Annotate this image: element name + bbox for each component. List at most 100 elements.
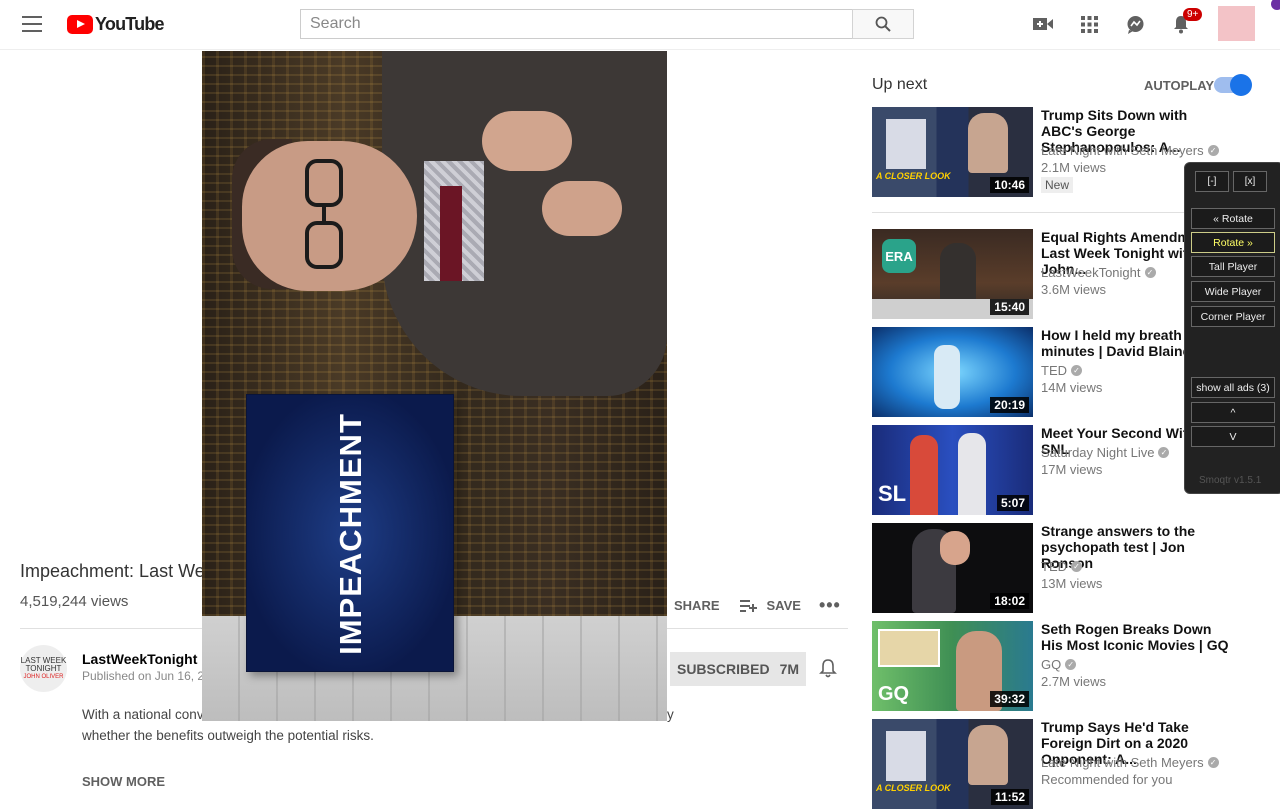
video-channel: TED ✓ [1041, 559, 1082, 574]
channel-label: LastWeekTonight [1041, 265, 1141, 280]
save-button[interactable]: SAVE [739, 598, 801, 613]
close-button[interactable]: [x] [1233, 171, 1267, 192]
show-ads-button[interactable]: show all ads (3) [1191, 377, 1275, 398]
avatar-line-2: TONIGHT [25, 663, 62, 673]
subscribe-button[interactable]: SUBSCRIBED 7M [670, 652, 806, 686]
up-next-video[interactable]: A CLOSER LOOK 11:52 Trump Says He'd Take… [872, 719, 1272, 811]
extension-indicator [1271, 0, 1280, 10]
video-player[interactable]: IMPEACHMENT [202, 51, 667, 721]
new-badge: New [1041, 177, 1074, 193]
subscribe-label: SUBSCRIBED [676, 661, 770, 677]
tool-version: Smoqtr v1.5.1 [1199, 475, 1262, 486]
thumb-inset [886, 731, 926, 781]
thumb-figure [934, 345, 960, 409]
thumb-caption: A CLOSER LOOK [876, 783, 951, 793]
host-tie [440, 186, 462, 281]
graphic-card-text: IMPEACHMENT [333, 413, 368, 655]
channel-avatar[interactable]: LAST WEEK TONIGHT JOHN OLIVER [20, 645, 67, 692]
publish-date: Published on Jun 16, 2019 [82, 669, 202, 683]
avatar-line-3: JOHN OLIVER [23, 673, 64, 680]
subscriber-count: 7M [779, 661, 800, 677]
thumb-caption: SL [878, 481, 907, 506]
description-line-1-end: y [667, 707, 674, 722]
thumb-caption: ERA [882, 239, 916, 273]
video-title[interactable]: Seth Rogen Breaks Down His Most Iconic M… [1041, 621, 1231, 653]
minimize-button[interactable]: [-] [1195, 171, 1229, 192]
show-more-button[interactable]: SHOW MORE [82, 774, 165, 789]
verified-icon: ✓ [1071, 561, 1082, 572]
channel-label: TED [1041, 363, 1067, 378]
graphic-card: IMPEACHMENT [246, 394, 454, 672]
thumb-caption: GQ [878, 683, 910, 705]
video-thumbnail[interactable]: A CLOSER LOOK 10:46 [872, 107, 1033, 197]
video-title: Impeachment: Last Week Tonight with John… [20, 561, 202, 581]
host-head [242, 141, 417, 291]
view-count: 4,519,244 views [20, 593, 129, 610]
apps-icon[interactable] [1080, 15, 1098, 33]
move-up-button[interactable]: ^ [1191, 402, 1275, 423]
video-views: 14M views [1041, 380, 1103, 395]
tall-player-button[interactable]: Tall Player [1191, 256, 1275, 277]
video-views: Recommended for you [1041, 772, 1173, 787]
verified-icon: ✓ [1144, 267, 1156, 278]
description-line-1: With a national conv [82, 707, 202, 722]
video-duration: 15:40 [990, 299, 1029, 315]
thumb-person-2 [958, 433, 986, 515]
logo-text: YouTube [95, 14, 165, 34]
video-duration: 18:02 [990, 593, 1029, 609]
youtube-logo[interactable]: YouTube [67, 14, 165, 35]
playlist-add-icon [739, 599, 757, 612]
move-down-button[interactable]: V [1191, 426, 1275, 447]
channel-name[interactable]: LastWeekTonight [82, 651, 202, 667]
search-button[interactable] [852, 9, 914, 39]
video-duration: 20:19 [990, 397, 1029, 413]
thumb-inset [886, 119, 926, 169]
channel-notification-bell-icon[interactable] [819, 658, 837, 684]
host-hand-2 [542, 181, 622, 236]
up-next-video[interactable]: GQ 39:32 Seth Rogen Breaks Down His Most… [872, 621, 1272, 713]
video-thumbnail[interactable]: ERA 15:40 [872, 229, 1033, 319]
video-thumbnail[interactable]: A CLOSER LOOK 11:52 [872, 719, 1033, 809]
channel-label: Saturday Night Live [1041, 445, 1155, 460]
autoplay-toggle[interactable] [1214, 74, 1252, 96]
rotate-tool-panel: [-] [x] « Rotate Rotate » Tall Player Wi… [1184, 162, 1280, 494]
video-duration: 11:52 [990, 789, 1029, 805]
host-hand-1 [482, 111, 572, 171]
video-thumbnail[interactable]: GQ 39:32 [872, 621, 1033, 711]
rotate-left-button[interactable]: « Rotate [1191, 208, 1275, 229]
menu-icon[interactable] [22, 16, 42, 32]
search-input[interactable] [300, 9, 853, 39]
wide-player-button[interactable]: Wide Player [1191, 281, 1275, 302]
save-label: SAVE [766, 598, 801, 613]
thumb-caption: A CLOSER LOOK [876, 171, 951, 181]
rotate-right-button[interactable]: Rotate » [1191, 232, 1275, 253]
video-views: 2.1M views [1041, 160, 1107, 175]
verified-icon: ✓ [1207, 145, 1219, 156]
account-avatar[interactable] [1218, 6, 1255, 41]
masthead: YouTube 9+ [0, 0, 1280, 50]
up-next-video[interactable]: 18:02 Strange answers to the psychopath … [872, 523, 1272, 615]
share-button[interactable]: SHARE [674, 598, 720, 613]
video-views: 17M views [1041, 462, 1103, 477]
video-duration: 10:46 [990, 177, 1029, 193]
corner-player-button[interactable]: Corner Player [1191, 306, 1275, 327]
verified-icon: ✓ [1071, 365, 1082, 376]
search-icon [875, 16, 891, 32]
video-duration: 39:32 [990, 691, 1029, 707]
create-video-icon[interactable] [1032, 15, 1054, 33]
video-channel: LastWeekTonight ✓ [1041, 265, 1156, 280]
video-thumbnail[interactable]: 18:02 [872, 523, 1033, 613]
youtube-play-icon [67, 15, 93, 34]
video-channel: GQ ✓ [1041, 657, 1077, 672]
notification-badge: 9+ [1183, 8, 1203, 21]
autoplay-label: AUTOPLAY [1144, 78, 1215, 93]
video-channel: Late Night with Seth Meyers ✓ [1041, 755, 1219, 770]
description-line-2: whether the benefits outweigh the potent… [82, 728, 374, 743]
messages-icon[interactable] [1125, 14, 1145, 34]
channel-label: Late Night with Seth Meyers [1041, 755, 1204, 770]
more-actions-icon[interactable]: ••• [819, 595, 841, 616]
channel-label: Late Night with Seth Meyers [1041, 143, 1204, 158]
thumb-person-1 [910, 435, 938, 515]
video-thumbnail[interactable]: 20:19 [872, 327, 1033, 417]
video-thumbnail[interactable]: SL 5:07 [872, 425, 1033, 515]
